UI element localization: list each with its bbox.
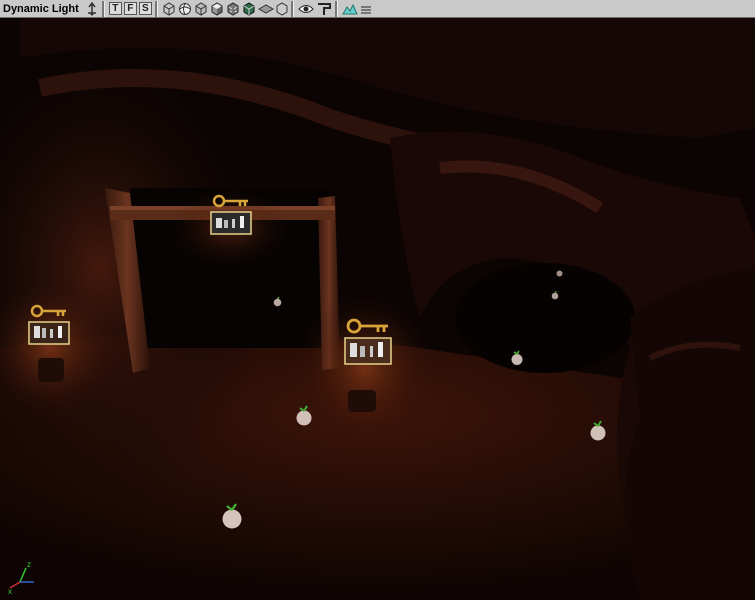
axis-x-label: x: [8, 587, 12, 594]
apple-pickup[interactable]: [588, 420, 608, 447]
actor-flag-icon[interactable]: [316, 2, 332, 16]
viewport-toolbar: Dynamic Light T F S: [0, 0, 755, 18]
sphere-icon[interactable]: [178, 2, 192, 16]
textured-view-button[interactable]: T: [108, 2, 122, 15]
key-light-actor[interactable]: [210, 194, 254, 241]
cube-textured-icon[interactable]: [226, 1, 240, 16]
key-light-actor[interactable]: [344, 318, 394, 371]
cube-grey-icon[interactable]: [257, 2, 274, 16]
apple-pickup[interactable]: [273, 294, 282, 312]
apple-pickup[interactable]: [294, 405, 314, 432]
eye-icon[interactable]: [298, 2, 314, 16]
cube-small-icon[interactable]: [276, 1, 288, 16]
toolbar-separator: [101, 0, 104, 17]
terrain-icon[interactable]: [341, 2, 358, 16]
move-icon[interactable]: [85, 1, 99, 16]
cube-wire-icon[interactable]: [162, 1, 176, 16]
editor-viewport-window: Dynamic Light T F S z x: [0, 0, 755, 600]
flat-view-button[interactable]: F: [123, 2, 137, 15]
apple-pickup[interactable]: [556, 264, 563, 282]
toolbar-separator: [290, 0, 293, 17]
viewport-title: Dynamic Light: [3, 2, 79, 15]
toolbar-separator: [154, 0, 157, 17]
apple-pickup[interactable]: [219, 502, 245, 535]
menu-icon[interactable]: [360, 2, 372, 16]
show-view-button[interactable]: S: [138, 2, 152, 15]
3d-viewport[interactable]: z x: [0, 18, 755, 600]
key-light-actor[interactable]: [28, 304, 72, 351]
apple-pickup[interactable]: [551, 287, 559, 305]
cube-lit-icon[interactable]: [210, 1, 224, 16]
axis-gizmo: z x: [6, 558, 36, 599]
cube-dark-icon[interactable]: [242, 1, 256, 16]
apple-pickup[interactable]: [510, 350, 524, 371]
axis-z-label: z: [27, 560, 31, 569]
toolbar-separator: [334, 0, 337, 17]
cube-solid-icon[interactable]: [194, 1, 208, 16]
cave-scene: [0, 18, 755, 600]
